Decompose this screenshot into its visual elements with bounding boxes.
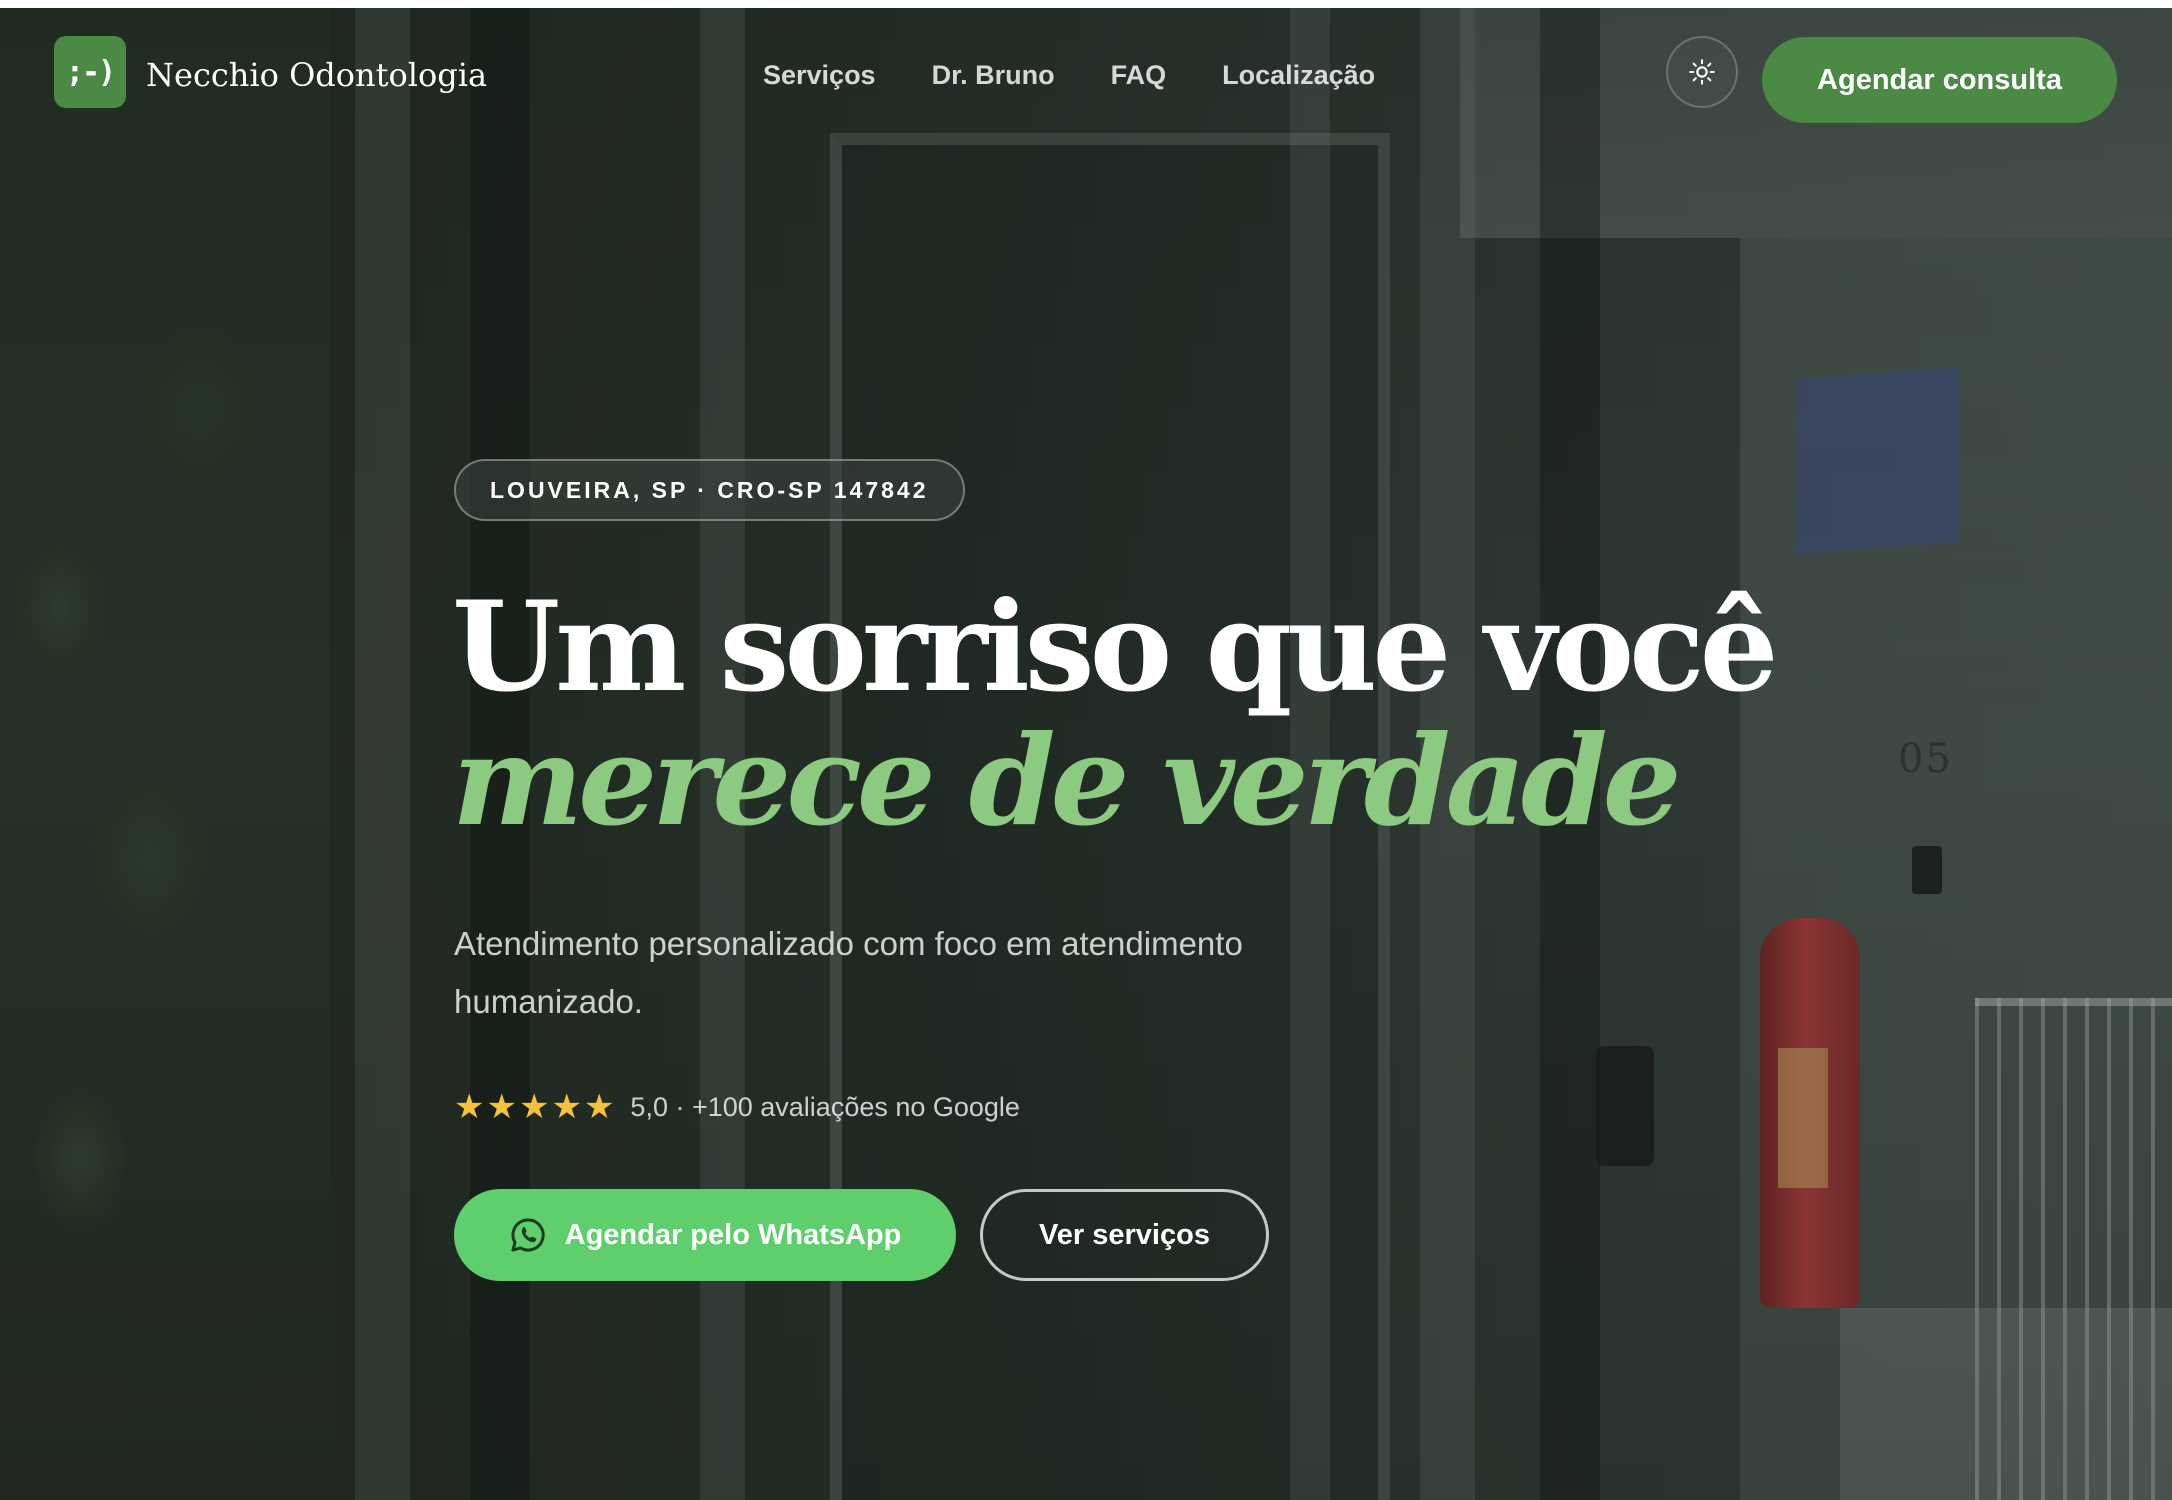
rating-stars: ★ ★ ★ ★ ★ <box>454 1090 614 1124</box>
star-icon: ★ <box>551 1087 582 1127</box>
sun-icon <box>1689 59 1715 85</box>
schedule-consultation-button[interactable]: Agendar consulta <box>1762 37 2117 123</box>
background-column <box>355 8 410 1500</box>
background-railing <box>1975 998 2172 1500</box>
brand-name[interactable]: Necchio Odontologia <box>146 56 487 94</box>
nav-link-faq[interactable]: FAQ <box>1111 60 1167 91</box>
background-extinguisher-label <box>1778 1048 1828 1188</box>
hero-section: 05 ;-) Necchio Odontologia Serviços Dr. … <box>0 8 2172 1500</box>
whatsapp-schedule-button[interactable]: Agendar pelo WhatsApp <box>454 1189 956 1281</box>
top-navigation: ;-) Necchio Odontologia Serviços Dr. Bru… <box>0 8 2172 138</box>
logo-icon[interactable]: ;-) <box>54 36 126 108</box>
background-switch <box>1912 846 1942 894</box>
whatsapp-button-label: Agendar pelo WhatsApp <box>564 1218 902 1251</box>
star-icon: ★ <box>583 1087 615 1127</box>
background-intercom <box>1596 1046 1654 1166</box>
hero-headline-line1: Um sorriso que você <box>452 575 1779 720</box>
google-rating: ★ ★ ★ ★ ★ 5,0 · +100 avaliações no Googl… <box>454 1090 1020 1124</box>
location-badge: LOUVEIRA, SP · CRO-SP 147842 <box>454 459 965 521</box>
nav-link-servicos[interactable]: Serviços <box>763 60 876 91</box>
theme-toggle-button[interactable] <box>1666 36 1738 108</box>
star-icon: ★ <box>518 1087 550 1127</box>
background-fire-extinguisher <box>1760 918 1860 1308</box>
nav-link-dr-bruno[interactable]: Dr. Bruno <box>932 60 1055 91</box>
nav-link-localizacao[interactable]: Localização <box>1222 60 1375 91</box>
background-wall <box>1740 238 2172 1500</box>
star-icon: ★ <box>454 1087 485 1127</box>
background-plant-wall <box>0 8 330 1500</box>
star-icon: ★ <box>486 1087 517 1127</box>
hero-subtitle: Atendimento personalizado com foco em at… <box>454 925 1243 1020</box>
hero-headline-line2: merece de verdade <box>452 709 1682 854</box>
background-floor <box>1840 1308 2172 1500</box>
background-sign <box>1795 367 1960 554</box>
rating-text: 5,0 · +100 avaliações no Google <box>630 1091 1020 1122</box>
whatsapp-icon <box>511 1218 545 1252</box>
background-door-number: 05 <box>1898 736 1953 782</box>
nav-links: Serviços Dr. Bruno FAQ Localização <box>763 60 1375 91</box>
view-services-button[interactable]: Ver serviços <box>980 1189 1269 1281</box>
